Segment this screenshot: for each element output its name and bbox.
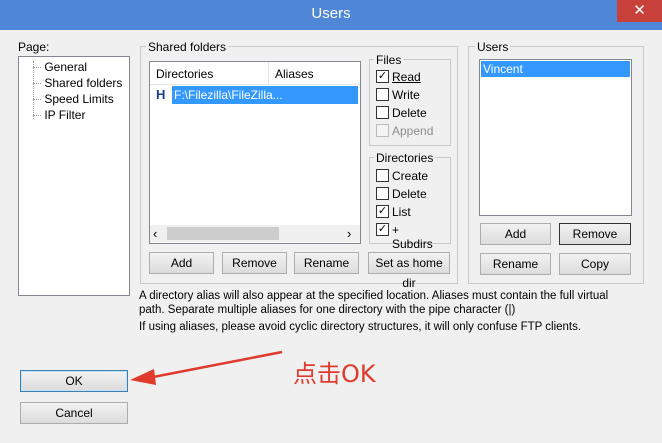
read-label: Read bbox=[392, 70, 421, 84]
column-header-aliases[interactable]: Aliases bbox=[275, 67, 314, 81]
ok-button[interactable]: OK bbox=[20, 370, 128, 392]
info-line-2: path. Separate multiple aliases for one … bbox=[139, 304, 516, 316]
add-user-button[interactable]: Add bbox=[480, 223, 551, 245]
users-label: Users bbox=[475, 40, 511, 54]
list-label: List bbox=[392, 205, 411, 219]
copy-user-button[interactable]: Copy bbox=[559, 253, 631, 275]
remove-user-button[interactable]: Remove bbox=[559, 223, 631, 245]
scroll-thumb[interactable] bbox=[167, 227, 279, 240]
tree-item-label: General bbox=[44, 60, 88, 74]
tree-item-speed-limits[interactable]: Speed Limits bbox=[33, 92, 114, 106]
annotation-arrow bbox=[130, 350, 283, 385]
annotation-text: 点击OK bbox=[293, 360, 376, 388]
tree-item-label: Shared folders bbox=[44, 76, 123, 90]
tree-item-shared-folders[interactable]: Shared folders bbox=[33, 76, 122, 90]
subdirs-label: + Subdirs bbox=[392, 223, 433, 251]
files-label: Files bbox=[374, 53, 404, 67]
info-line-1: A directory alias will also appear at th… bbox=[139, 290, 609, 302]
checkbox-box[interactable] bbox=[376, 106, 389, 119]
arrow-shaft bbox=[147, 350, 283, 380]
info-line-3: If using aliases, please avoid cyclic di… bbox=[139, 321, 582, 333]
tree-item-general[interactable]: General bbox=[33, 60, 87, 74]
page-tree: General Shared folders Speed Limits IP F… bbox=[18, 56, 130, 296]
window-title: Users bbox=[311, 5, 351, 22]
delete-label: Delete bbox=[392, 106, 427, 120]
directories-list: Directories Aliases H F:\Filezilla\FileZ… bbox=[149, 61, 361, 244]
directory-row[interactable]: H F:\Filezilla\FileZilla... bbox=[152, 86, 358, 104]
cancel-button[interactable]: Cancel bbox=[20, 402, 128, 424]
checkbox-box[interactable]: ✓ bbox=[376, 70, 389, 83]
list-header: Directories Aliases bbox=[150, 62, 360, 85]
shared-folders-label: Shared folders bbox=[146, 40, 229, 54]
tree-item-label: IP Filter bbox=[44, 108, 86, 122]
scroll-left-arrow[interactable]: ‹ bbox=[153, 225, 157, 242]
write-label: Write bbox=[392, 88, 420, 102]
checkbox-box[interactable] bbox=[376, 124, 389, 137]
column-divider bbox=[268, 62, 269, 84]
rename-folder-button[interactable]: Rename bbox=[294, 252, 359, 274]
column-header-directories[interactable]: Directories bbox=[156, 67, 213, 81]
checkbox-box[interactable]: ✓ bbox=[376, 205, 389, 218]
checkbox-box[interactable] bbox=[376, 88, 389, 101]
checkbox-box[interactable] bbox=[376, 169, 389, 182]
home-dir-marker: H bbox=[156, 87, 166, 102]
create-label: Create bbox=[392, 169, 429, 183]
arrow-head bbox=[130, 369, 156, 385]
tree-item-ip-filter[interactable]: IP Filter bbox=[33, 108, 85, 122]
add-folder-button[interactable]: Add bbox=[149, 252, 214, 274]
directory-cell: F:\Filezilla\FileZilla... bbox=[172, 86, 358, 104]
users-list: Vincent bbox=[479, 59, 632, 216]
checkbox-box[interactable]: ✓ bbox=[376, 223, 389, 236]
scroll-right-arrow[interactable]: › bbox=[347, 225, 351, 242]
horizontal-scrollbar[interactable]: ‹ › bbox=[150, 225, 360, 242]
close-button[interactable]: ✕ bbox=[617, 0, 662, 22]
append-label: Append bbox=[392, 124, 434, 138]
rename-user-button[interactable]: Rename bbox=[480, 253, 551, 275]
delete-dir-label: Delete bbox=[392, 187, 427, 201]
page-label: Page: bbox=[18, 40, 50, 54]
user-item[interactable]: Vincent bbox=[481, 61, 630, 77]
checkbox-box[interactable] bbox=[376, 187, 389, 200]
remove-folder-button[interactable]: Remove bbox=[222, 252, 287, 274]
tree-item-label: Speed Limits bbox=[44, 92, 114, 106]
set-home-dir-button[interactable]: Set as home dir bbox=[368, 252, 450, 290]
directories-perm-label: Directories bbox=[374, 151, 436, 165]
